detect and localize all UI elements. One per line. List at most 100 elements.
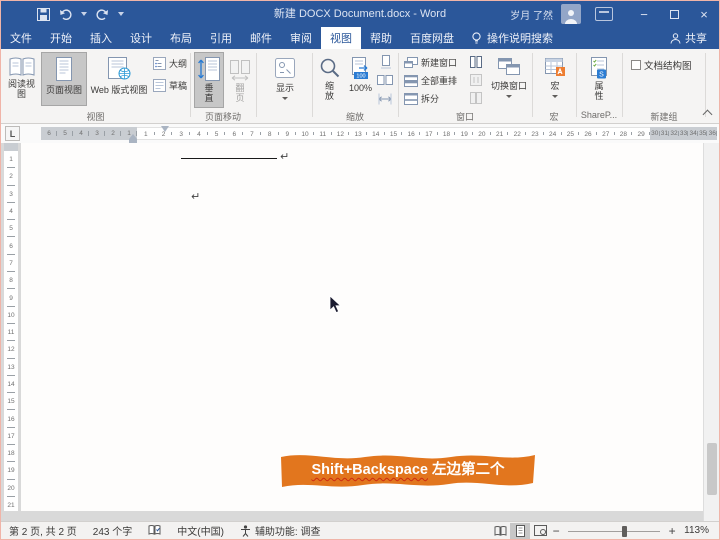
tab-layout[interactable]: 布局 (161, 27, 201, 49)
page-number-indicator[interactable]: 第 2 页, 共 2 页 (1, 523, 85, 538)
ruler-tick: 18 (4, 445, 18, 462)
properties-icon: S (589, 57, 609, 79)
arrange-all-button[interactable]: 全部重排 (404, 74, 457, 87)
zoom-percentage[interactable]: 113% (678, 525, 719, 536)
ruler-tick: 12 (4, 341, 18, 358)
tab-mailings[interactable]: 邮件 (241, 27, 281, 49)
synchronous-scrolling-button[interactable] (469, 74, 483, 86)
tab-review[interactable]: 审阅 (281, 27, 321, 49)
web-layout-button[interactable]: Web 版式视图 (89, 52, 149, 106)
minimize-button[interactable]: − (629, 1, 659, 27)
outline-view-button[interactable]: 大纲 (153, 57, 187, 70)
status-bar: 第 2 页, 共 2 页 243 个字 中文(中国) 辅助功能: 调查 − (1, 521, 719, 539)
vertical-ruler[interactable]: 123456789101112131415161718192021 (4, 143, 18, 514)
read-mode-button[interactable]: 阅读视图 (4, 52, 39, 106)
tell-me-search[interactable]: 操作说明搜索 (463, 27, 561, 49)
tab-help[interactable]: 帮助 (361, 27, 401, 49)
zoom-in-button[interactable]: + (666, 524, 678, 538)
proofing-book-icon (148, 525, 161, 536)
macros-button[interactable]: 宏 (535, 52, 575, 110)
page-width-button[interactable] (378, 93, 392, 105)
print-layout-icon (54, 57, 74, 81)
zoom-slider-thumb[interactable] (622, 526, 627, 537)
banner-text: Shift+Backspace 左边第二个 (279, 458, 537, 479)
print-layout-button[interactable]: 页面视图 (41, 52, 87, 106)
vertical-scrollbar[interactable] (703, 143, 719, 523)
multiple-pages-button[interactable] (377, 75, 393, 87)
collapse-ribbon-icon[interactable] (703, 110, 713, 120)
tab-home[interactable]: 开始 (41, 27, 81, 49)
new-window-label: 新建窗口 (421, 56, 457, 69)
accessibility-status[interactable]: 辅助功能: 调查 (232, 523, 329, 538)
redo-icon[interactable] (96, 4, 109, 24)
ruler-tick: 20 (473, 128, 491, 139)
show-dropdown-button[interactable]: 显示 (263, 52, 307, 110)
zoom-label: 缩放 (324, 81, 336, 102)
user-name[interactable]: 岁月 了然 (510, 7, 553, 22)
tab-file[interactable]: 文件 (1, 27, 41, 49)
web-layout-view-button[interactable] (530, 523, 550, 539)
draft-label: 草稿 (169, 79, 187, 92)
zoom-out-button[interactable]: − (550, 524, 562, 538)
print-layout-label: 页面视图 (46, 83, 82, 96)
page-movement-group-label: 页面移动 (192, 110, 254, 123)
avatar[interactable] (561, 4, 581, 24)
tab-baidu-netdisk[interactable]: 百度网盘 (401, 27, 463, 49)
ribbon-display-options-icon[interactable] (595, 7, 613, 21)
split-label: 拆分 (421, 92, 439, 105)
tab-view[interactable]: 视图 (321, 27, 361, 49)
print-layout-view-button[interactable] (510, 523, 530, 539)
draft-view-button[interactable]: 草稿 (153, 79, 187, 92)
horizontal-ruler[interactable]: 654321 123456789101112131415161718192021… (41, 127, 717, 140)
tab-insert[interactable]: 插入 (81, 27, 121, 49)
zoom-slider[interactable] (568, 523, 660, 539)
zoom-100-button[interactable]: 100 100% (345, 52, 376, 110)
share-button[interactable]: 共享 (658, 27, 719, 49)
ruler-tick: 19 (4, 462, 18, 479)
document-page[interactable]: ↵ ↵ Shift+Backspace 左边第二个 (21, 143, 705, 511)
ruler-tick: 28 (615, 128, 633, 139)
paragraph-mark: ↵ (280, 152, 289, 163)
read-mode-view-button[interactable] (490, 523, 510, 539)
side-to-side-button[interactable]: 翻页 (226, 52, 254, 108)
document-map-checkbox[interactable]: 文档结构图 (631, 58, 692, 72)
maximize-button[interactable] (659, 1, 689, 27)
ruler-tick: 16 (402, 128, 420, 139)
switch-windows-button[interactable]: 切换窗口 (488, 52, 530, 110)
hruler-left-margin: 654321 (41, 127, 137, 140)
arrange-all-label: 全部重排 (421, 74, 457, 87)
ruler-tick: 14 (367, 128, 385, 139)
undo-dropdown-icon[interactable] (81, 12, 87, 16)
share-label: 共享 (685, 30, 707, 46)
ruler-tick: 27 (597, 128, 615, 139)
properties-button[interactable]: S 属性 (579, 52, 619, 110)
window-group-label: 窗口 (400, 110, 530, 123)
split-button[interactable]: 拆分 (404, 92, 439, 105)
one-page-button[interactable] (379, 55, 392, 69)
tab-references[interactable]: 引用 (201, 27, 241, 49)
customize-qat-icon[interactable] (118, 12, 124, 16)
ruler-tick: 19 (455, 128, 473, 139)
show-caret-icon (282, 97, 288, 100)
outline-label: 大纲 (169, 57, 187, 70)
language-indicator[interactable]: 中文(中国) (169, 523, 232, 538)
tab-stop-selector[interactable]: L (5, 126, 20, 141)
sharepoint-group-label: ShareP... (577, 110, 621, 120)
close-button[interactable]: × (689, 1, 719, 27)
word-count-indicator[interactable]: 243 个字 (85, 523, 140, 538)
ruler-tick: 23 (526, 128, 544, 139)
scrollbar-thumb[interactable] (707, 443, 717, 495)
zoom-button[interactable]: 缩放 (315, 52, 344, 110)
save-icon[interactable] (37, 4, 50, 24)
tab-design[interactable]: 设计 (121, 27, 161, 49)
view-side-by-side-button[interactable] (469, 56, 483, 68)
first-line-indent-marker[interactable] (161, 126, 169, 132)
vertical-page-movement-button[interactable]: 垂直 (194, 52, 224, 108)
web-layout-label: Web 版式视图 (91, 83, 148, 96)
undo-icon[interactable] (59, 4, 72, 24)
reset-window-position-button[interactable] (469, 92, 483, 104)
zoom-slider-track (568, 531, 660, 532)
new-window-button[interactable]: 新建窗口 (404, 56, 457, 69)
ruler-tick: 8 (4, 272, 18, 289)
proofing-status[interactable] (140, 525, 169, 536)
